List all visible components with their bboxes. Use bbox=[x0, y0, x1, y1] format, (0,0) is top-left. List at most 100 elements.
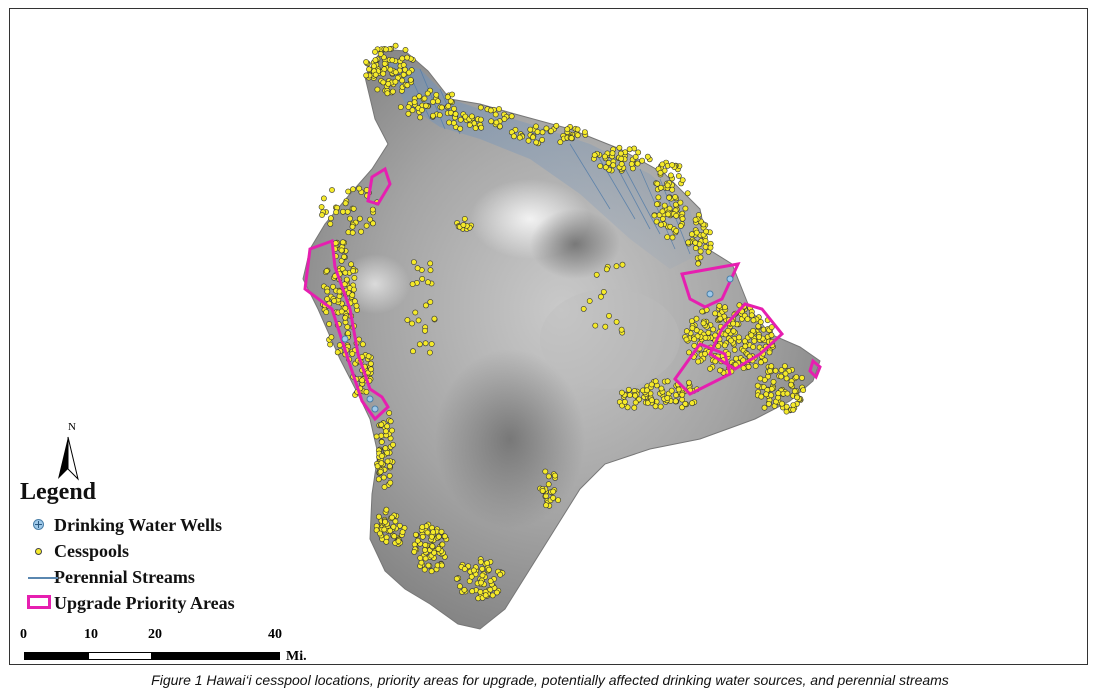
cesspool-point bbox=[327, 220, 334, 227]
cesspool-point bbox=[390, 441, 396, 448]
cesspool-point bbox=[431, 549, 437, 556]
cesspool-point bbox=[349, 350, 356, 357]
cesspool-point bbox=[733, 355, 739, 362]
cesspool-point bbox=[715, 343, 722, 349]
cesspool-point bbox=[414, 537, 421, 544]
map-frame: N Legend Drinking Water Wells Cesspools … bbox=[9, 8, 1088, 665]
cesspool-point bbox=[427, 267, 434, 274]
cesspool-point bbox=[415, 317, 422, 324]
cesspool-point bbox=[618, 326, 625, 333]
cesspool-point bbox=[598, 293, 604, 300]
cesspool-point bbox=[383, 506, 390, 513]
cesspool-point bbox=[386, 410, 393, 416]
cesspool-point bbox=[745, 363, 752, 370]
cesspool-point bbox=[358, 228, 364, 235]
cesspool-point bbox=[673, 392, 679, 398]
cesspool-point bbox=[602, 153, 608, 160]
legend-item-cesspools: Cesspools bbox=[20, 538, 235, 564]
cesspool-point bbox=[384, 423, 390, 430]
cesspool-point bbox=[689, 318, 695, 324]
cesspool-point bbox=[486, 566, 492, 573]
cesspool-point bbox=[424, 529, 431, 536]
cesspool-point bbox=[597, 163, 604, 169]
well bbox=[341, 335, 349, 343]
cesspool-point bbox=[328, 334, 335, 341]
cesspool-point bbox=[323, 309, 330, 315]
slope-shadow bbox=[540, 289, 680, 389]
cesspool-point bbox=[457, 125, 464, 132]
cesspool-point bbox=[397, 104, 404, 110]
legend-label: Cesspools bbox=[54, 540, 130, 561]
cesspool-point bbox=[370, 220, 376, 227]
cesspool-point bbox=[477, 589, 484, 595]
cesspool-point bbox=[417, 114, 424, 121]
cesspool-point bbox=[384, 90, 391, 97]
cesspool-point bbox=[477, 104, 484, 111]
well bbox=[706, 290, 714, 298]
cesspool-point bbox=[375, 513, 382, 520]
cesspool-point bbox=[468, 573, 475, 580]
cesspool-point bbox=[731, 346, 738, 353]
cesspool-point bbox=[682, 400, 689, 407]
cesspool-point bbox=[600, 288, 607, 295]
cesspool-point bbox=[461, 215, 468, 222]
cesspool-point bbox=[686, 349, 692, 356]
cesspool-point bbox=[772, 367, 779, 374]
cesspool-point bbox=[411, 99, 418, 106]
cesspool-point bbox=[452, 111, 459, 117]
cesspool-point bbox=[363, 59, 369, 65]
cesspool-point bbox=[342, 314, 349, 321]
cesspool-point bbox=[648, 381, 655, 388]
cesspool-point bbox=[552, 472, 558, 479]
cesspool-point bbox=[425, 279, 431, 286]
cesspool-point bbox=[319, 212, 325, 218]
cesspool-point bbox=[344, 208, 351, 215]
cesspool-point bbox=[725, 327, 731, 334]
cesspool-point bbox=[350, 205, 357, 212]
cesspool-point bbox=[419, 524, 426, 530]
cesspool-point bbox=[631, 404, 638, 411]
cesspool-point bbox=[378, 439, 385, 445]
cesspool-point bbox=[530, 134, 536, 141]
cesspool-point bbox=[412, 309, 419, 316]
cesspool-point bbox=[660, 215, 666, 222]
cesspool-point bbox=[378, 460, 385, 467]
well bbox=[726, 275, 734, 283]
cesspool-point bbox=[372, 71, 379, 78]
cesspool-point bbox=[686, 379, 692, 386]
cesspool-point bbox=[365, 353, 372, 360]
cesspool-point bbox=[348, 261, 354, 268]
cesspool-point bbox=[603, 266, 610, 273]
cesspool-point bbox=[411, 549, 418, 555]
cesspool-point bbox=[702, 244, 709, 250]
legend-item-wells: Drinking Water Wells bbox=[20, 512, 235, 538]
cesspool-point bbox=[323, 268, 330, 274]
cesspool-point bbox=[433, 92, 440, 98]
drinking-water-well-icon bbox=[20, 515, 54, 535]
cesspool-point bbox=[534, 129, 541, 135]
cesspool-point bbox=[488, 118, 495, 125]
legend-title: Legend bbox=[20, 479, 97, 505]
cesspool-point bbox=[685, 239, 692, 246]
cesspool-point bbox=[705, 329, 712, 336]
cesspool-point bbox=[508, 113, 515, 120]
cesspool-point bbox=[339, 239, 346, 246]
cesspool-point bbox=[788, 381, 794, 388]
cesspool-point bbox=[550, 494, 556, 501]
cesspool-point bbox=[422, 340, 429, 347]
cesspool-point bbox=[324, 288, 331, 295]
cesspool-point bbox=[446, 119, 452, 126]
cesspool-point bbox=[730, 328, 737, 334]
cesspool-point bbox=[669, 162, 675, 168]
cesspool-point bbox=[664, 182, 671, 189]
cesspool-point bbox=[422, 555, 429, 562]
cesspool-point bbox=[479, 566, 486, 572]
legend-label: Upgrade Priority Areas bbox=[54, 592, 235, 613]
cesspool-point bbox=[664, 378, 671, 385]
cesspool-point bbox=[543, 502, 549, 509]
cesspool-point bbox=[436, 112, 443, 118]
cesspool-point bbox=[728, 337, 734, 344]
figure-caption: Figure 1 Hawai‘i cesspool locations, pri… bbox=[151, 672, 949, 688]
cesspool-point bbox=[410, 259, 417, 265]
cesspool-point bbox=[387, 418, 394, 425]
